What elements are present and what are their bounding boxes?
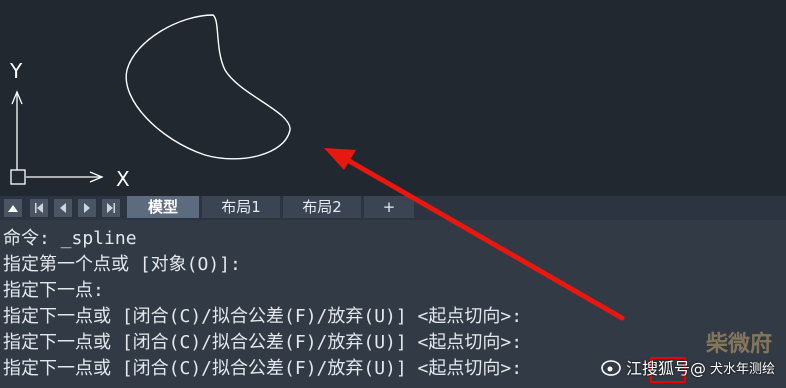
tab-layout2[interactable]: 布局2: [283, 196, 361, 218]
layout-tab-bar: 模型 布局1 布局2 +: [0, 196, 786, 220]
next-icon[interactable]: [78, 199, 96, 217]
watermark-corner: 柴微府: [706, 332, 773, 357]
weibo-icon: [601, 360, 621, 376]
prev-icon[interactable]: [54, 199, 72, 217]
watermark-handle: 江搜狐号@: [626, 359, 707, 378]
tab-model[interactable]: 模型: [127, 196, 199, 218]
canvas-graphics: Y X: [9, 14, 291, 191]
ucs-y-label: Y: [9, 59, 23, 83]
command-line: 命令: _spline: [3, 228, 137, 249]
tab-add[interactable]: +: [364, 196, 414, 218]
ucs-icon: [10, 90, 104, 185]
command-line: 指定下一点或 [闭合(C)/拟合公差(F)/放弃(U)] <起点切向>:: [3, 332, 523, 353]
arrow-up-icon[interactable]: [4, 199, 22, 217]
command-line: 指定第一个点或 [对象(O)]:: [3, 254, 241, 275]
last-icon[interactable]: [102, 199, 120, 217]
command-line: 指定下一点或 [闭合(C)/拟合公差(F)/放弃(U)] <起点切向>:: [3, 306, 523, 327]
ucs-x-label: X: [116, 167, 130, 191]
command-line: 指定下一点:: [3, 280, 104, 301]
watermark-name: 犬水年测绘: [710, 361, 776, 377]
first-icon[interactable]: [30, 199, 48, 217]
spline-curve[interactable]: [125, 14, 291, 160]
command-line: 指定下一点或 [闭合(C)/拟合公差(F)/放弃(U)] <起点切向>:: [3, 358, 523, 379]
tab-layout1[interactable]: 布局1: [202, 196, 280, 218]
drawing-canvas[interactable]: Y X: [0, 0, 786, 196]
